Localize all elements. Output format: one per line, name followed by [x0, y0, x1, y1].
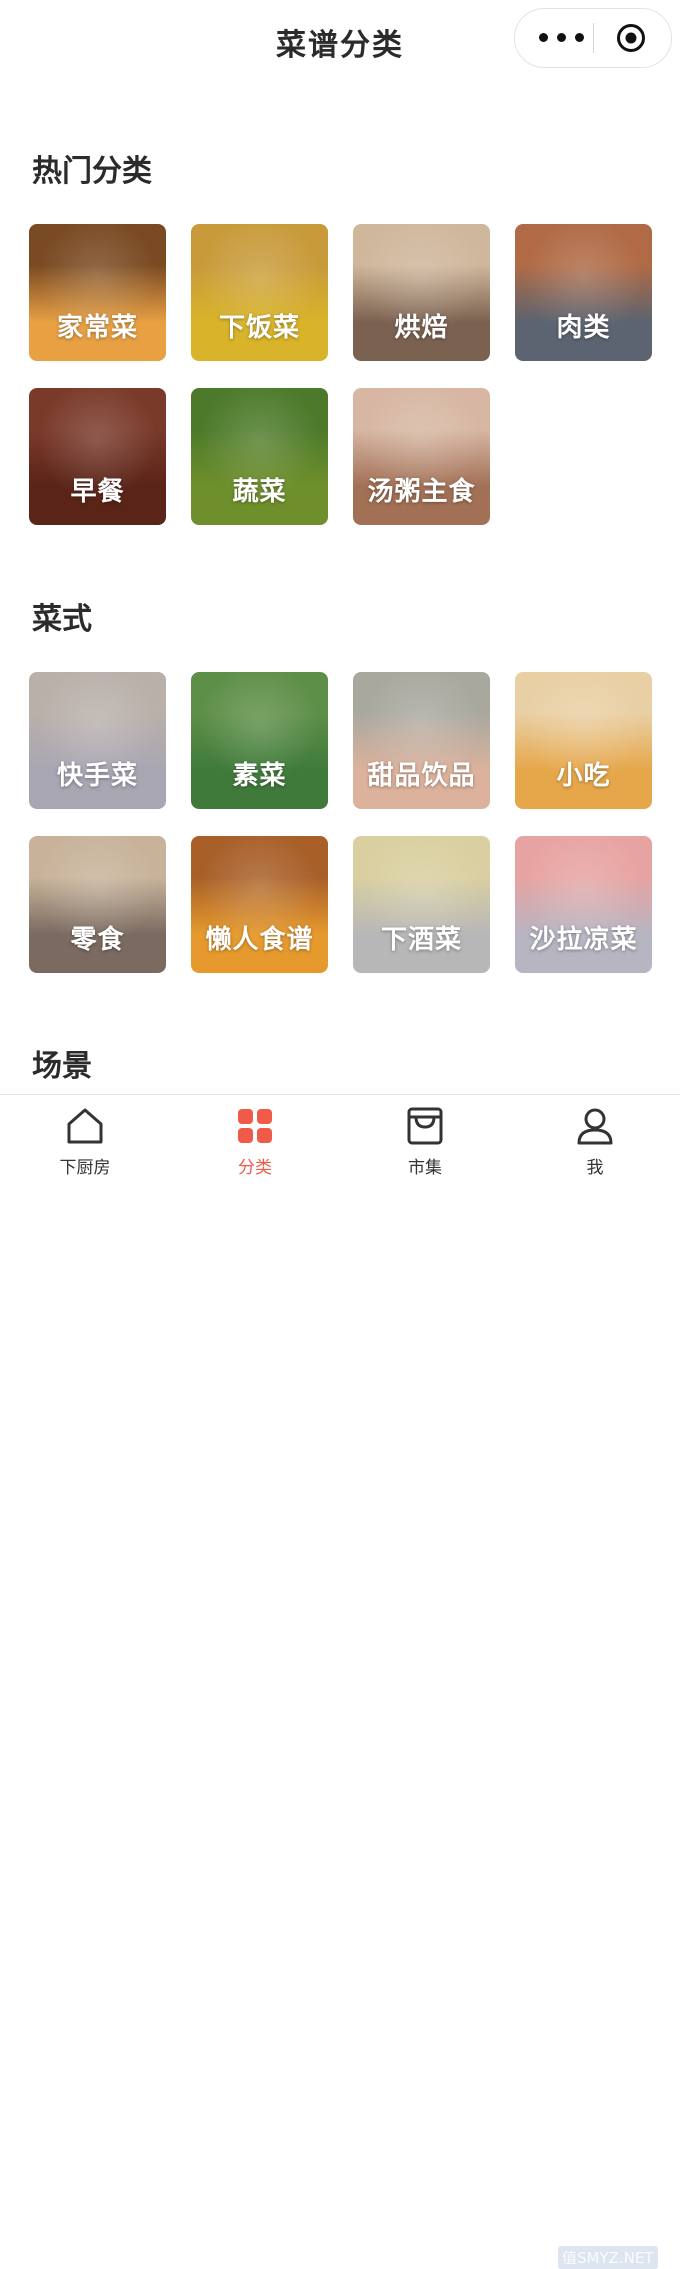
category-tile[interactable]: 懒人食谱	[191, 836, 328, 973]
category-label: 烘焙	[394, 313, 449, 343]
category-label: 早餐	[70, 477, 125, 507]
category-tile[interactable]: 早餐	[29, 388, 166, 525]
category-tile[interactable]: 素菜	[191, 672, 328, 809]
mini-program-capsule	[514, 8, 672, 68]
category-label: 下酒菜	[380, 925, 462, 955]
tab-me-label: 我	[586, 1158, 604, 1178]
category-tile[interactable]: 家常菜	[29, 224, 166, 361]
category-tile[interactable]: 肉类	[515, 224, 652, 361]
tab-market-label: 市集	[408, 1158, 442, 1178]
tab-me[interactable]: 我	[510, 1095, 680, 1182]
category-tile[interactable]: 快手菜	[29, 672, 166, 809]
category-label: 小吃	[556, 761, 611, 791]
category-label: 下饭菜	[218, 313, 300, 343]
category-label: 素菜	[232, 761, 287, 791]
category-label: 零食	[70, 925, 125, 955]
category-label: 汤粥主食	[367, 477, 476, 507]
section-title-scene: 场景	[32, 1049, 92, 1084]
category-tile[interactable]: 烘焙	[353, 224, 490, 361]
house-icon	[67, 1108, 103, 1144]
category-label: 蔬菜	[232, 477, 287, 507]
tab-bar: 下厨房 分类 市集 我 值SMYZ.NET	[0, 1094, 680, 2269]
category-tile[interactable]: 甜品饮品	[353, 672, 490, 809]
section-title-dish-style: 菜式	[32, 602, 92, 637]
section-title-hot: 热门分类	[32, 154, 152, 189]
navigation-bar: 菜谱分类	[0, 0, 680, 84]
tab-home[interactable]: 下厨房	[0, 1095, 170, 1182]
category-label: 快手菜	[56, 761, 138, 791]
category-tile[interactable]: 小吃	[515, 672, 652, 809]
close-target-icon[interactable]	[616, 23, 646, 53]
category-tile[interactable]: 下饭菜	[191, 224, 328, 361]
hot-category-grid: 家常菜 下饭菜 烘焙 肉类早餐 蔬菜 汤粥主食	[29, 224, 653, 525]
grid-icon	[238, 1109, 272, 1143]
person-icon	[577, 1108, 613, 1145]
category-label: 懒人食谱	[205, 925, 314, 955]
category-label: 肉类	[556, 313, 611, 343]
category-label: 沙拉凉菜	[529, 925, 638, 955]
category-tile[interactable]: 零食	[29, 836, 166, 973]
category-tile[interactable]: 沙拉凉菜	[515, 836, 652, 973]
tab-category-label: 分类	[238, 1158, 272, 1178]
category-tile[interactable]: 蔬菜	[191, 388, 328, 525]
category-tile[interactable]: 下酒菜	[353, 836, 490, 973]
tab-home-label: 下厨房	[59, 1158, 111, 1178]
category-tile[interactable]: 汤粥主食	[353, 388, 490, 525]
shop-icon	[407, 1107, 443, 1145]
dish-style-grid: 快手菜 素菜 甜品饮品 小吃零食 懒人食谱 下酒菜 沙拉凉菜	[29, 672, 653, 973]
watermark: 值SMYZ.NET	[558, 2246, 658, 2269]
category-label: 甜品饮品	[367, 761, 476, 791]
tab-category[interactable]: 分类	[170, 1095, 340, 1182]
more-options-icon[interactable]	[535, 9, 589, 67]
capsule-divider	[593, 23, 594, 53]
tab-market[interactable]: 市集	[340, 1095, 510, 1182]
category-label: 家常菜	[56, 313, 138, 343]
